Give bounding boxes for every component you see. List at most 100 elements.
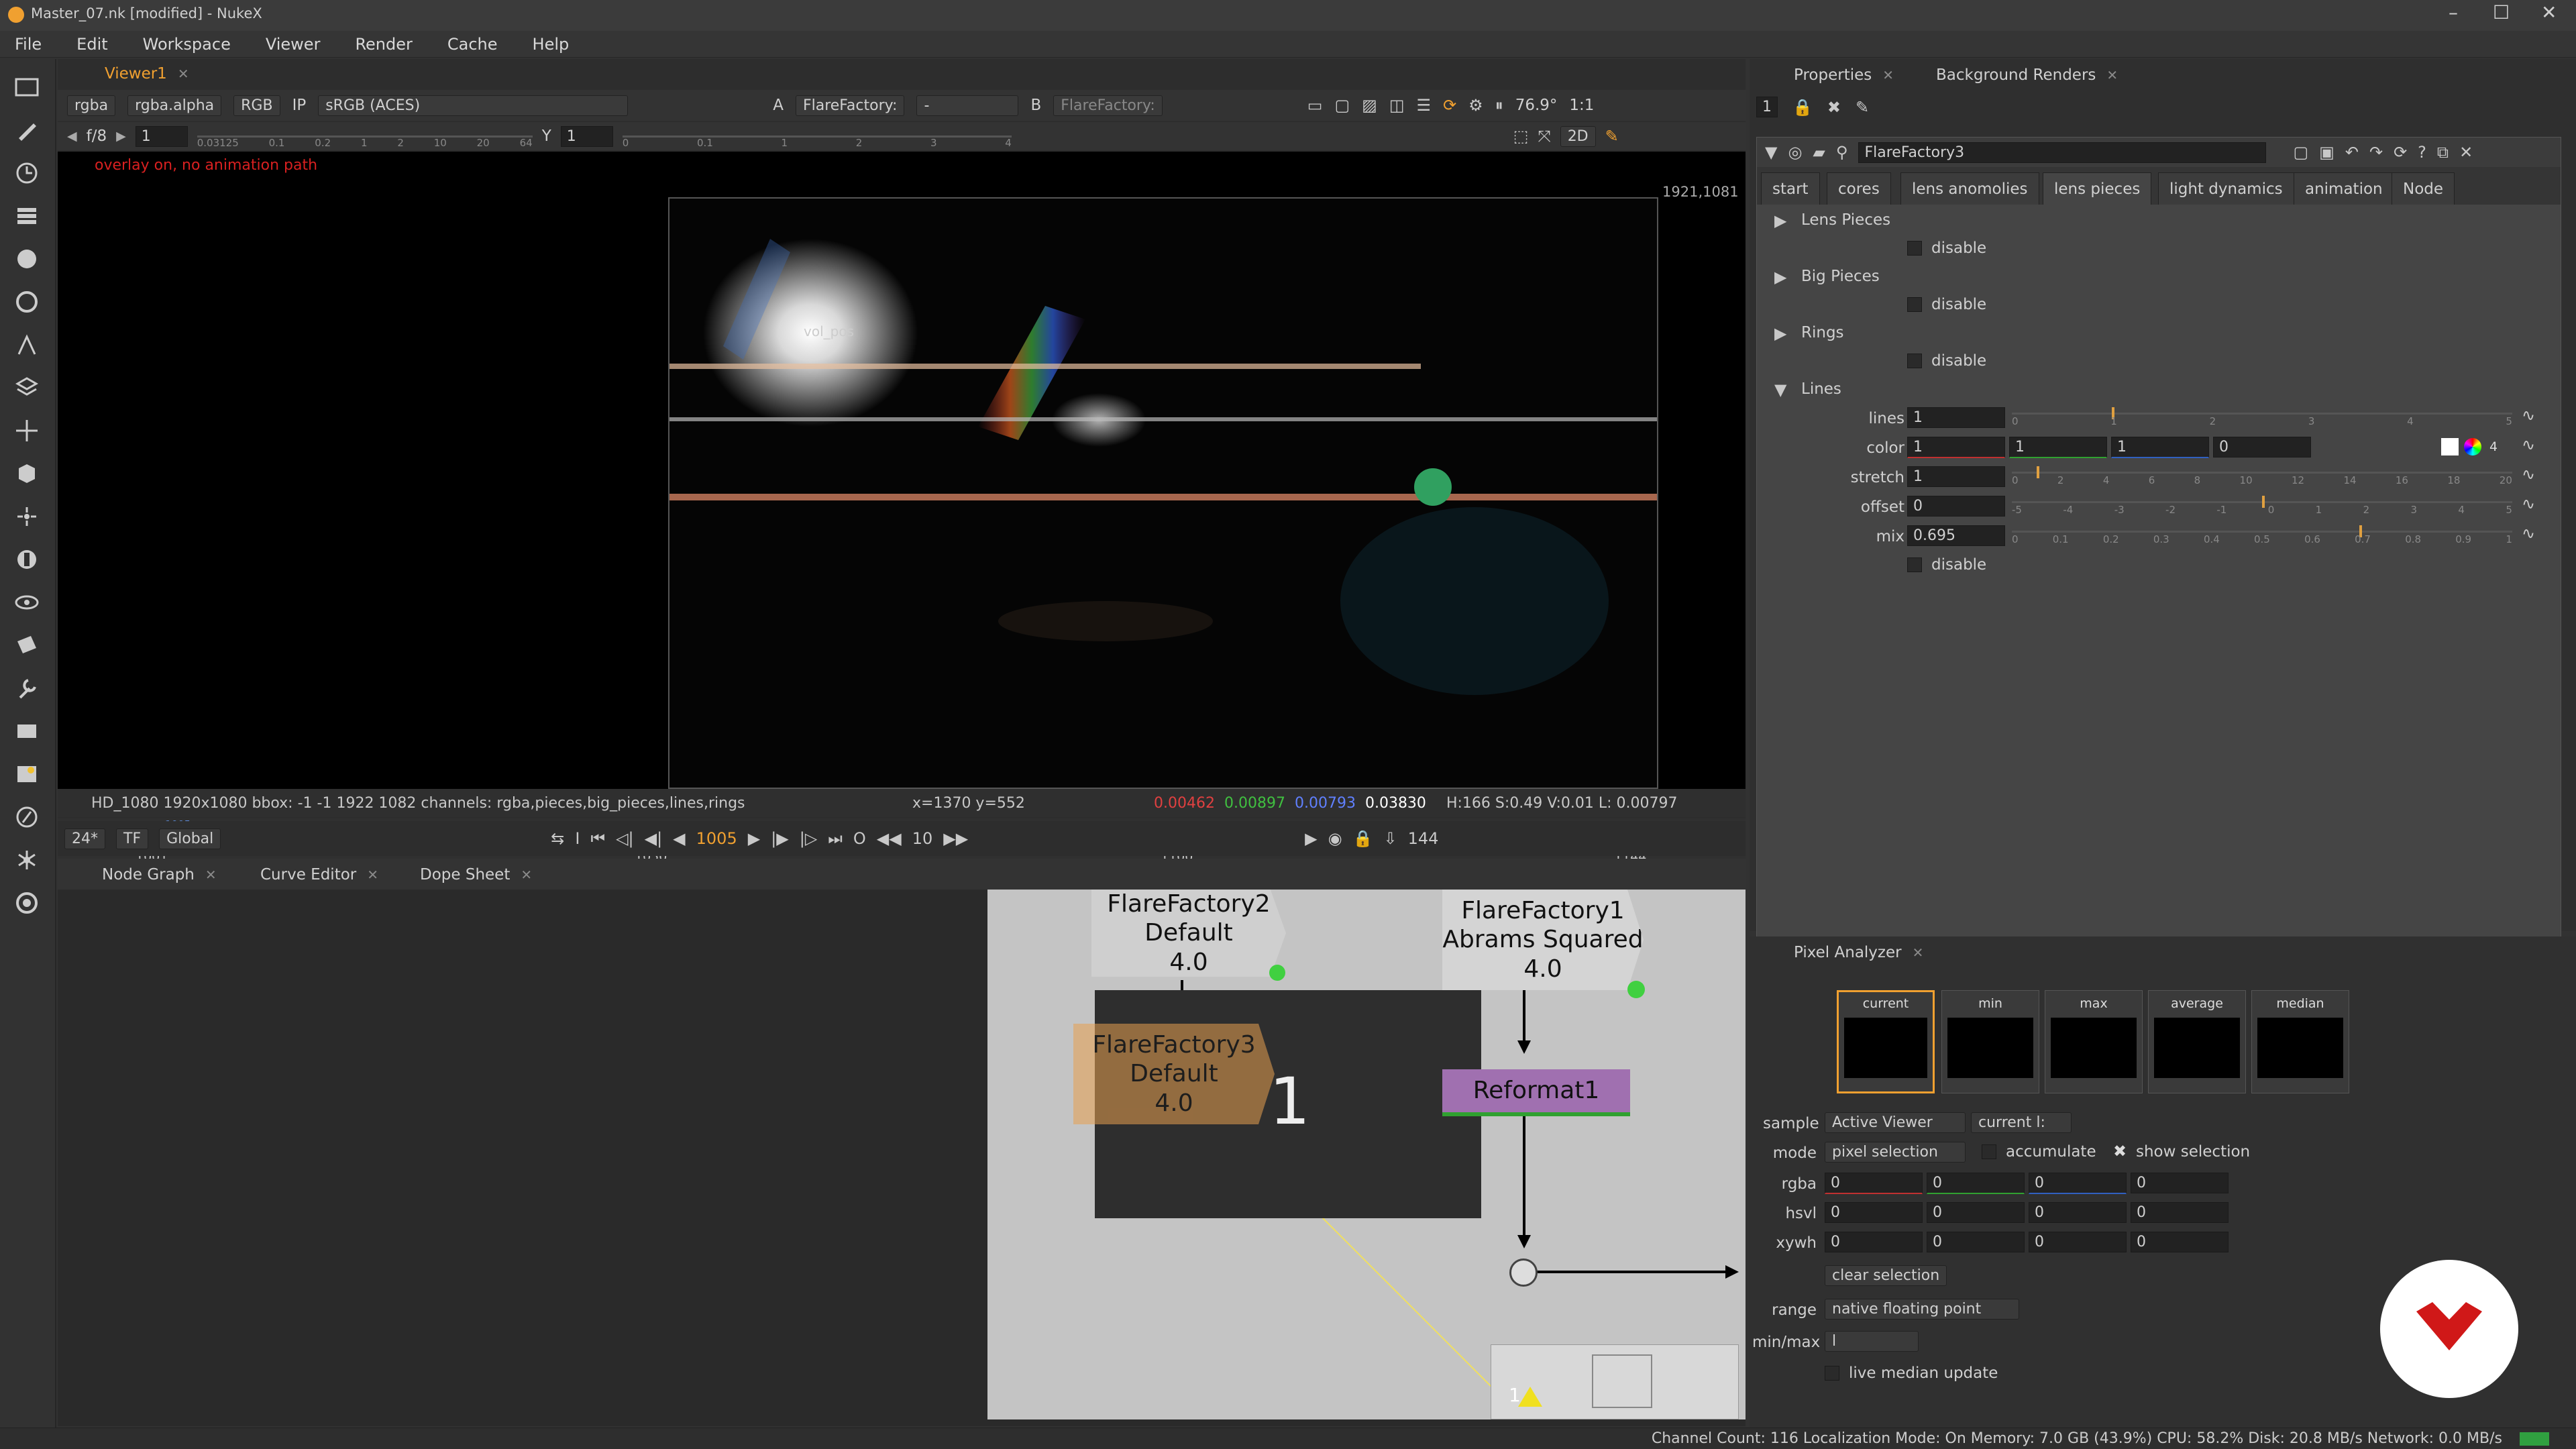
b-input-dropdown[interactable]: FlareFactory:	[1053, 95, 1163, 116]
views-icon[interactable]	[12, 588, 42, 617]
play-forward-icon[interactable]: ▶	[748, 829, 760, 848]
redo-icon[interactable]: ↷	[2369, 143, 2383, 162]
color-swatch[interactable]	[2441, 438, 2459, 455]
tab-node-graph[interactable]: Node Graph ✕	[102, 861, 217, 888]
xywh-x-field[interactable]: 0	[1825, 1232, 1923, 1252]
render-icon[interactable]: ◉	[1328, 829, 1342, 848]
sample-dropdown[interactable]: Active Viewer	[1825, 1112, 1966, 1133]
maximize-button[interactable]: ☐	[2493, 1, 2510, 23]
hsvl-l-field[interactable]: 0	[2131, 1202, 2229, 1223]
menu-render[interactable]: Render	[355, 35, 412, 54]
offset-slider[interactable]: -5 -4 -3 -2 -1 0 1 2 3 4 5	[2012, 494, 2512, 517]
section-lens-pieces[interactable]: Lens Pieces	[1801, 211, 1890, 229]
subtab-node[interactable]: Node	[2392, 172, 2455, 206]
current-frame-field[interactable]: 1005	[696, 829, 737, 848]
channels-dropdown[interactable]: rgba	[67, 95, 116, 116]
region-icon[interactable]: ⬚	[1513, 127, 1529, 146]
mix-slider[interactable]: 0 0.1 0.2 0.3 0.4 0.5 0.6 0.7 0.8 0.9 1	[2012, 524, 2512, 547]
deep-icon[interactable]	[12, 545, 42, 574]
mode-icon[interactable]: ⤧	[1538, 127, 1550, 146]
lock-icon[interactable]: 🔒	[1353, 829, 1373, 848]
color-b-field[interactable]: 1	[2111, 437, 2209, 458]
viewer-canvas[interactable]: overlay on, no animation path 1921,1081	[58, 152, 1746, 789]
particles-icon[interactable]	[12, 502, 42, 531]
pen-icon[interactable]: ✎	[1856, 98, 1869, 117]
color-a-field[interactable]: 0	[2213, 437, 2311, 458]
transform-icon[interactable]	[12, 416, 42, 445]
rgba-a-field[interactable]: 0	[2131, 1173, 2229, 1193]
wipe-op-dropdown[interactable]: -	[916, 95, 1019, 116]
node-color-icon[interactable]: ▰	[1813, 143, 1825, 162]
tab-background-renders[interactable]: Background Renders ✕	[1936, 62, 2118, 89]
animation-curve-icon[interactable]: ∿	[2522, 465, 2535, 484]
collapse-arrow-icon[interactable]: ▼	[1774, 380, 1786, 399]
other-icon[interactable]	[12, 716, 42, 746]
lock-icon[interactable]: 🔒	[1792, 98, 1813, 117]
node-reformat1[interactable]: Reformat1	[1442, 1069, 1630, 1116]
3d-icon[interactable]	[12, 459, 42, 488]
node-name-field[interactable]: FlareFactory3	[1858, 142, 2267, 163]
node-graph-canvas[interactable]: FlareFactory2 Default 4.0 FlareFactory1 Abr…	[987, 890, 1746, 1419]
xywh-y-field[interactable]: 0	[1927, 1232, 2025, 1252]
menu-viewer[interactable]: Viewer	[266, 35, 321, 54]
edit-icon[interactable]: ▣	[2319, 143, 2334, 162]
prev-key-icon[interactable]: ◁|	[616, 829, 634, 848]
draw-icon[interactable]	[12, 115, 42, 145]
close-button[interactable]: ✕	[2541, 1, 2557, 23]
close-tab-icon[interactable]: ✕	[521, 867, 532, 883]
rgba-b-field[interactable]: 0	[2029, 1173, 2127, 1194]
color-wheel-icon[interactable]	[2464, 438, 2481, 455]
color-r-field[interactable]: 1	[1907, 437, 2005, 458]
display-dropdown[interactable]: RGB	[233, 95, 280, 116]
close-tab-icon[interactable]: ✕	[367, 867, 378, 883]
max-panels-field[interactable]: 1	[1756, 97, 1778, 117]
hsvl-h-field[interactable]: 0	[1825, 1202, 1923, 1223]
close-tab-icon[interactable]: ✕	[1882, 67, 1894, 83]
help-icon[interactable]: ?	[2418, 143, 2426, 162]
close-tab-icon[interactable]: ✕	[1913, 945, 1924, 961]
stretch-slider[interactable]: 0 2 4 6 8 10 12 14 16 18 20	[2012, 465, 2512, 488]
section-big-pieces[interactable]: Big Pieces	[1801, 268, 1880, 285]
close-tab-icon[interactable]: ✕	[178, 66, 189, 82]
ratio-dropdown[interactable]: 1:1	[1569, 97, 1594, 114]
lut-dropdown[interactable]: sRGB (ACES)	[318, 95, 629, 116]
prev-frame-icon[interactable]: ◀|	[645, 829, 663, 848]
minmax-dropdown[interactable]: l	[1825, 1331, 1919, 1352]
fstop-left-icon[interactable]: ◀	[67, 129, 77, 144]
furnace-icon[interactable]	[12, 759, 42, 789]
big-pieces-disable-checkbox[interactable]	[1907, 297, 1922, 312]
zoom-readout[interactable]: 76.9°	[1515, 97, 1558, 114]
swatch-max[interactable]: max	[2045, 990, 2143, 1093]
settings-icon[interactable]	[12, 888, 42, 918]
node-flarefactory2[interactable]: FlareFactory2 Default 4.0	[1091, 890, 1286, 977]
minimize-button[interactable]: –	[2449, 1, 2458, 23]
next-key-icon[interactable]: |▷	[800, 829, 818, 848]
hsvl-s-field[interactable]: 0	[1927, 1202, 2025, 1223]
lines-field[interactable]: 1	[1907, 407, 2005, 428]
subtab-cores[interactable]: cores	[1827, 172, 1891, 206]
rgba-g-field[interactable]: 0	[1927, 1173, 2025, 1194]
image-icon[interactable]	[12, 72, 42, 102]
export-icon[interactable]: ⇩	[1383, 829, 1397, 848]
section-lines[interactable]: Lines	[1801, 380, 1841, 398]
next-frame-icon[interactable]: |▶	[771, 829, 789, 848]
mask-input-icon[interactable]	[1627, 981, 1645, 998]
range-dropdown[interactable]: native floating point	[1825, 1299, 2019, 1320]
channel-icon[interactable]	[12, 201, 42, 231]
subtab-lens-anomolies[interactable]: lens anomolies	[1900, 172, 2039, 206]
float-icon[interactable]: ⧉	[2437, 143, 2449, 162]
alpha-dropdown[interactable]: rgba.alpha	[127, 95, 222, 116]
subtab-animation[interactable]: animation	[2294, 172, 2394, 206]
color-icon[interactable]	[12, 244, 42, 274]
menu-help[interactable]: Help	[533, 35, 570, 54]
menu-edit[interactable]: Edit	[76, 35, 107, 54]
pause-icon[interactable]: ⏸	[1495, 96, 1503, 115]
tf-dropdown[interactable]: TF	[116, 828, 149, 849]
roi-icon[interactable]: ▭	[1307, 96, 1323, 115]
ip-button[interactable]: IP	[292, 97, 307, 114]
viewer-toggle-icon[interactable]: ◎	[1788, 143, 1802, 162]
expand-arrow-icon[interactable]: ▶	[1774, 211, 1786, 230]
tab-pixel-analyzer[interactable]: Pixel Analyzer ✕	[1794, 939, 1923, 966]
metadata-icon[interactable]	[12, 631, 42, 660]
nodes-icon[interactable]	[12, 845, 42, 875]
